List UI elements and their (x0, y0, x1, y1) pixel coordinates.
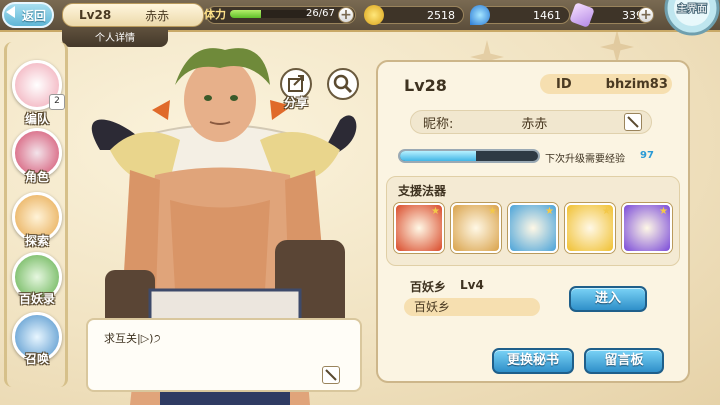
star-icon: ★ (545, 206, 554, 217)
star-icon: ★ (602, 206, 611, 217)
exp-bar (398, 149, 540, 163)
speech-text: 求互关|▷)੭ (104, 332, 161, 345)
soul-flame-icon (470, 5, 490, 25)
yokai-village-name: 百妖乡 (404, 298, 540, 316)
exp-label: 下次升级需要经验 (545, 154, 625, 165)
coin-counter: 2518 (372, 6, 464, 24)
side-menu: 2 编队 角色 探索 百妖录 召唤 (4, 42, 68, 387)
yokai-book-label: 百妖录 (18, 292, 55, 306)
star-icon: ★ (488, 206, 497, 217)
tab-personal-details[interactable]: 个人详情 (62, 30, 168, 47)
search-button[interactable] (327, 68, 359, 100)
enter-button[interactable]: 进入 (569, 286, 647, 312)
gem-value: 1461 (533, 8, 561, 22)
yokai-village-level: Lv4 (460, 278, 484, 292)
stamina-value: 26/67 (306, 8, 335, 19)
formation-badge: 2 (49, 94, 65, 110)
summon-label: 召唤 (24, 352, 49, 366)
add-stamina-button[interactable]: + (338, 7, 354, 23)
gem-counter: 1461 (478, 6, 570, 24)
player-level: Lv28 (79, 8, 112, 22)
player-name: 赤赤 (145, 8, 170, 23)
search-icon (333, 74, 353, 94)
star-decoration-icon (600, 30, 634, 64)
back-label: 返回 (21, 8, 46, 23)
id-label: ID (556, 76, 572, 92)
nickname-box: 昵称: 赤赤 (410, 110, 652, 134)
formation-label: 编队 (24, 112, 49, 126)
profile-level: Lv28 (404, 76, 447, 95)
coin-icon (364, 5, 384, 25)
support-artifacts-title: 支援法器 (398, 184, 447, 198)
stamina-bar-fill (230, 10, 262, 18)
stamina-bar (230, 10, 310, 18)
home-button[interactable]: 主界面 (662, 0, 720, 36)
home-label: 主界面 (677, 3, 707, 15)
player-id-box: ID bhzim83 (540, 74, 672, 94)
share-label: 分享 (283, 96, 308, 110)
character-label: 角色 (24, 170, 49, 184)
star-icon: ★ (659, 206, 668, 217)
exp-value: 97 (640, 150, 654, 161)
fire-fan-weapon-icon[interactable]: ★ (394, 203, 444, 253)
edit-speech-icon[interactable] (322, 366, 340, 384)
star-sword-weapon-icon[interactable]: ★ (622, 203, 672, 253)
add-crystal-button[interactable]: + (638, 7, 654, 23)
coin-value: 2518 (427, 8, 455, 22)
nickname-value: 赤赤 (521, 116, 548, 132)
nickname-label: 昵称: (423, 116, 454, 132)
golden-blade-weapon-icon[interactable]: ★ (565, 203, 615, 253)
stamina-label: 体力 (204, 8, 226, 21)
change-secretary-button[interactable]: 更换秘书 (492, 348, 574, 374)
dark-bow-weapon-icon[interactable]: ★ (451, 203, 501, 253)
star-icon: ★ (431, 206, 440, 217)
water-ring-weapon-icon[interactable]: ★ (508, 203, 558, 253)
back-arrow-icon (6, 6, 15, 18)
explore-label: 探索 (24, 234, 49, 248)
yokai-village-title: 百妖乡 (410, 280, 447, 294)
id-value: bhzim83 (605, 76, 668, 92)
message-board-button[interactable]: 留言板 (584, 348, 664, 374)
exp-bar-fill (400, 151, 476, 161)
player-level-box: Lv28 赤赤 (62, 3, 204, 27)
edit-nickname-icon[interactable] (624, 113, 642, 131)
